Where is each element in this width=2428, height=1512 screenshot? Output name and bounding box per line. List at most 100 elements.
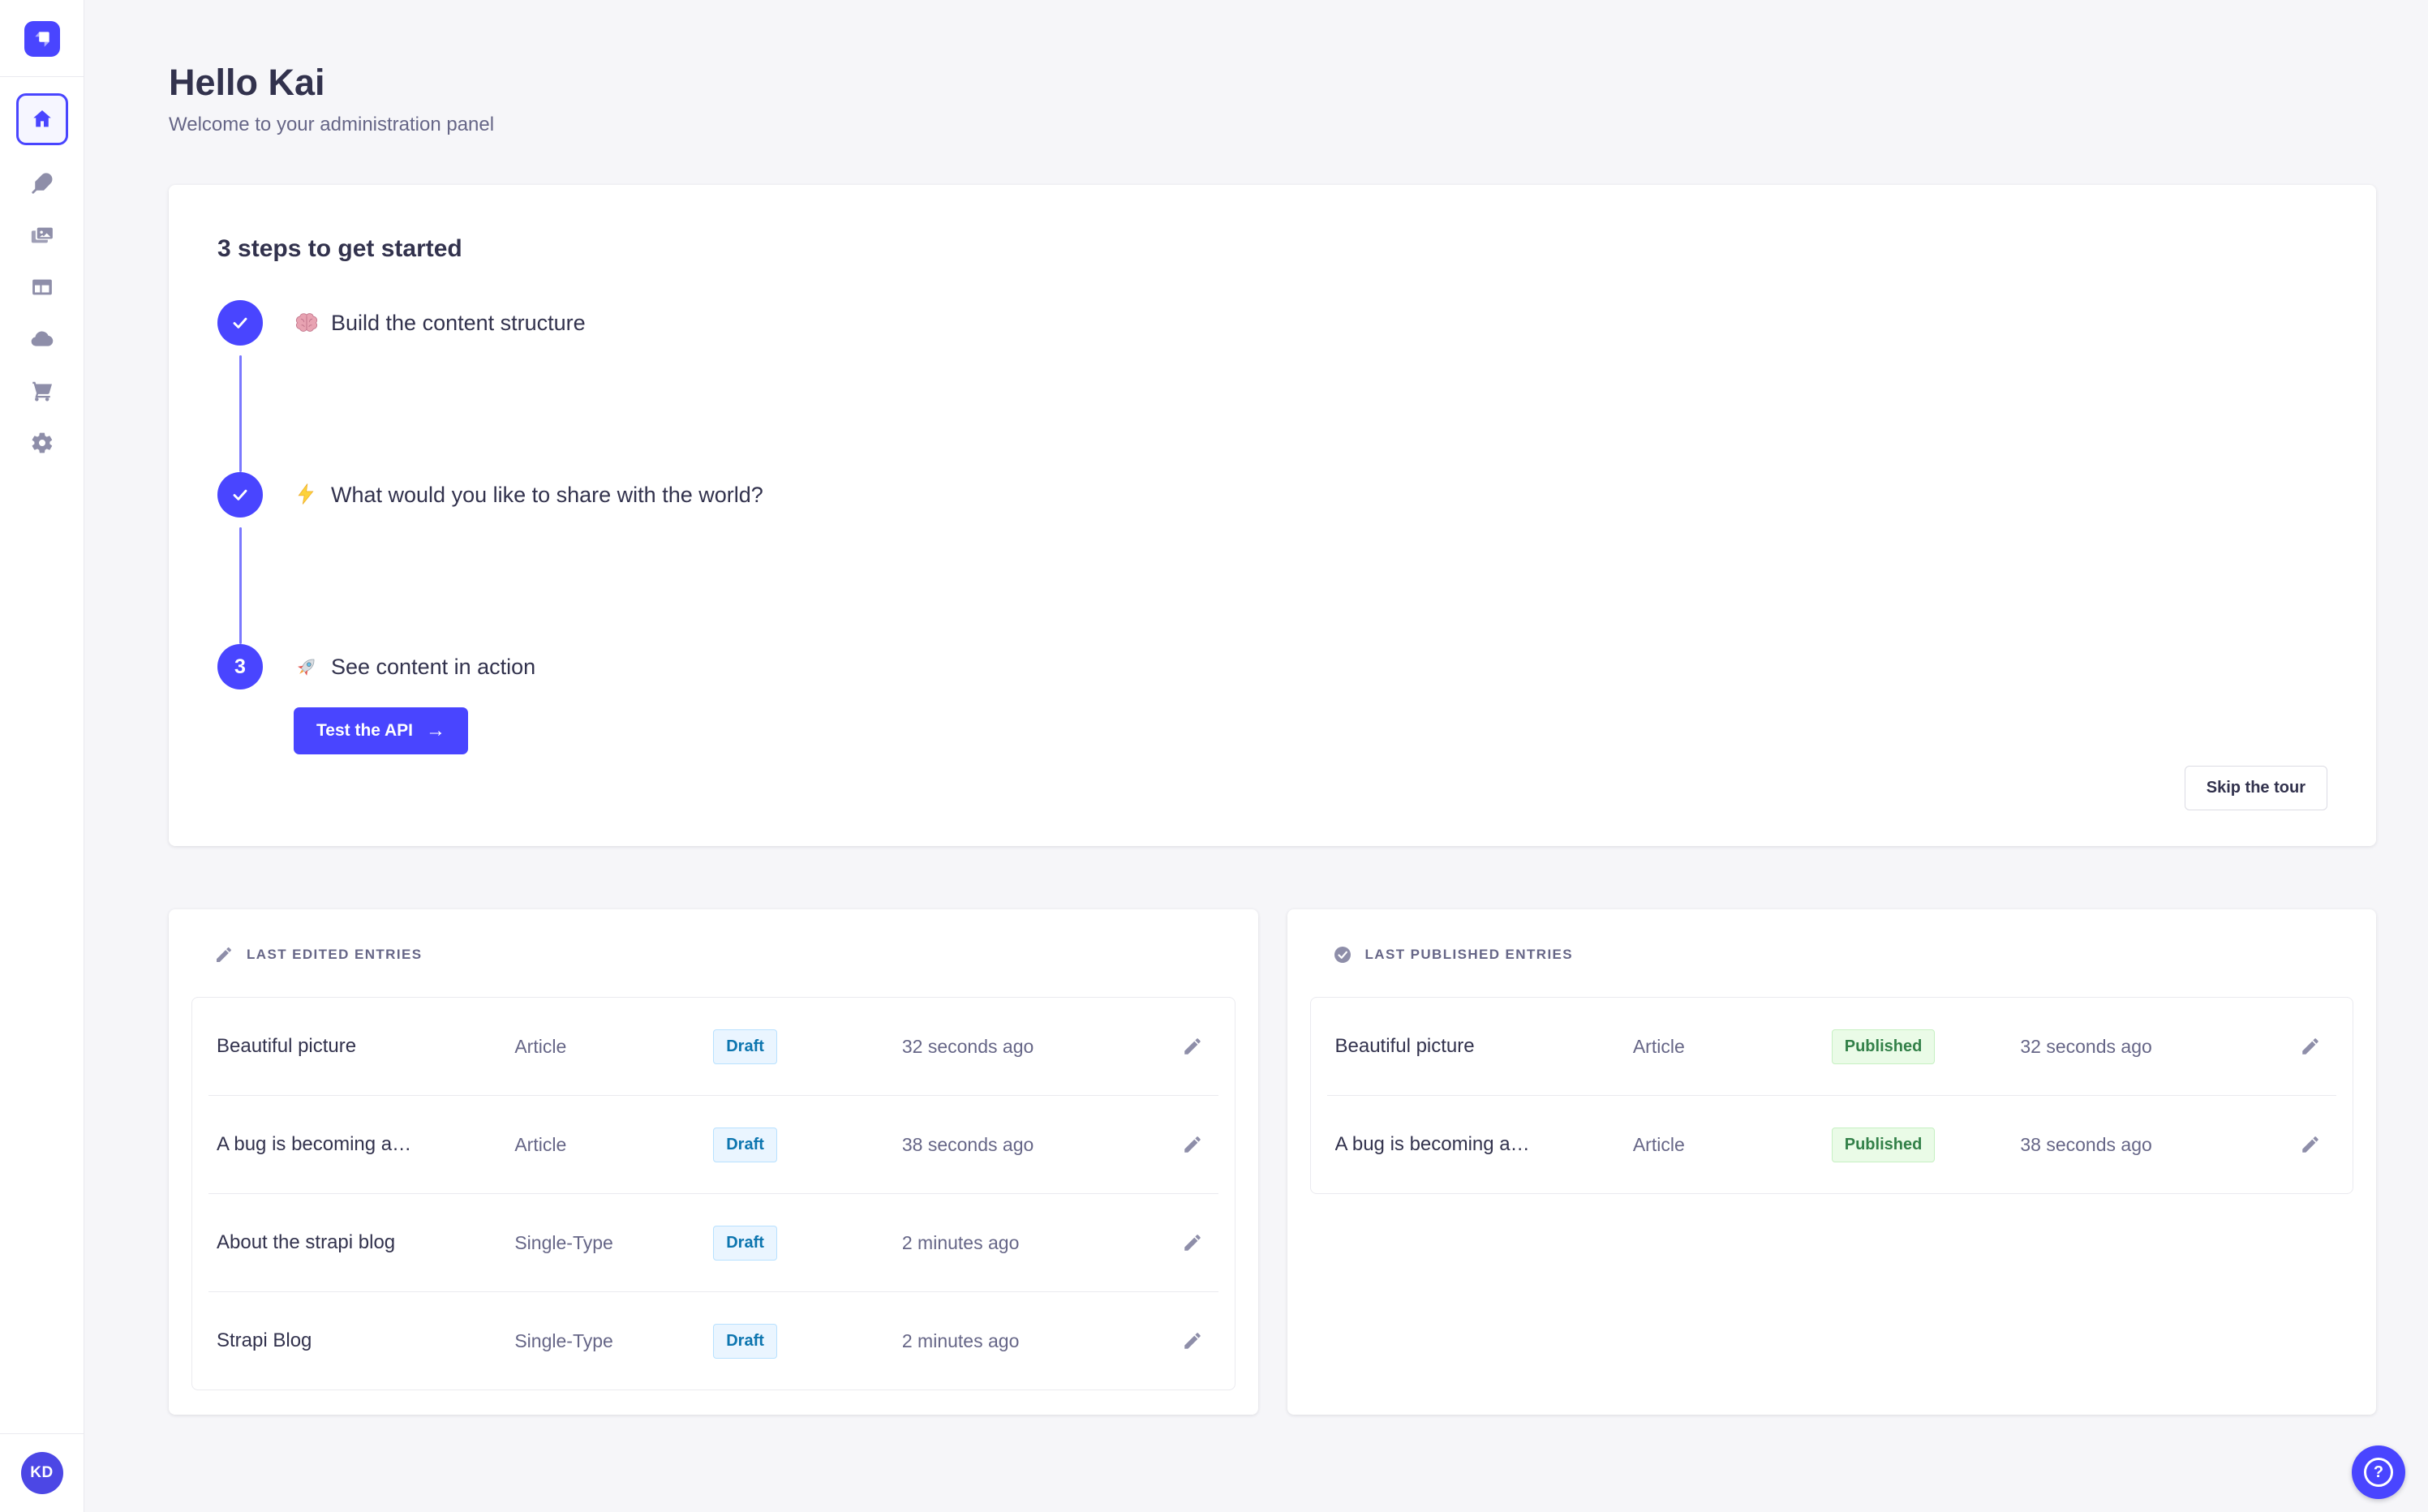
entry-kind: Article [514,1133,567,1155]
entry-title: Strapi Blog [217,1329,312,1351]
step-see-content-in-action: 3 See content in action Test the API → [217,644,2327,754]
strapi-mark-icon [34,32,49,47]
edited-row-2: A bug is becoming a… Article Draft 38 se… [192,1096,1235,1193]
pencil-icon [2302,1038,2318,1055]
entry-kind: Single-Type [514,1329,613,1351]
lightning-emoji [294,482,320,508]
entry-time: 2 minutes ago [901,1329,1020,1351]
step-2-title: What would you like to share with the wo… [294,472,763,518]
step-3-body: See content in action Test the API → [294,644,535,754]
page-subtitle: Welcome to your administration panel [169,114,495,135]
check-icon [233,489,247,500]
user-section: KD [0,1433,84,1512]
shopping-cart-icon [32,381,52,402]
edit-entry-button[interactable] [1175,1323,1210,1359]
entry-title: Beautiful picture [1334,1035,1475,1057]
app-root: KD Hello Kai Welcome to your administrat… [0,0,2428,1512]
status-badge: Published [1831,1029,1936,1064]
status-badge: Draft [713,1127,777,1162]
edited-row-3: About the strapi blog Single-Type Draft … [192,1194,1235,1291]
rocket-emoji [294,654,320,680]
last-published-panel: LAST PUBLISHED ENTRIES Beautiful picture… [1287,909,2376,1415]
entry-time: 32 seconds ago [2020,1035,2152,1057]
step-build-content-structure: Build the content structure [217,300,2327,472]
step-1-title: Build the content structure [294,300,586,346]
edit-entry-button[interactable] [1175,1029,1210,1064]
check-icon [233,317,247,329]
status-badge: Draft [713,1029,777,1064]
skip-the-tour-button[interactable]: Skip the tour [2184,766,2327,810]
step-1-check-circle [217,300,263,346]
edit-entry-button[interactable] [1175,1225,1210,1261]
last-published-table: Beautiful picture Article Published 32 s… [1309,997,2353,1194]
pencil-icon [2302,1136,2318,1153]
sidebar-item-cloud[interactable] [28,325,56,353]
onboarding-title: 3 steps to get started [217,235,462,262]
step-3-label: See content in action [331,654,536,679]
entry-time: 32 seconds ago [901,1035,1034,1057]
entry-panels: LAST EDITED ENTRIES Beautiful picture Ar… [169,909,2376,1415]
strapi-logo-icon[interactable] [24,21,60,57]
entry-time: 2 minutes ago [901,1231,1020,1253]
entry-kind: Article [1632,1133,1685,1155]
check-circle-icon [1334,947,1351,963]
sidebar-item-home[interactable] [15,93,68,145]
step-2-label: What would you like to share with the wo… [331,482,763,507]
step-3-number-circle: 3 [217,644,263,689]
edit-entry-button[interactable] [2293,1127,2328,1162]
step-1-indicator [217,300,263,472]
sidebar-item-media-library[interactable] [28,221,56,249]
last-edited-header: LAST EDITED ENTRIES [191,945,1235,964]
page-header: Hello Kai Welcome to your administration… [169,62,2376,136]
avatar-initials: KD [30,1464,54,1481]
sidebar-nav [15,93,68,457]
entry-kind: Article [514,1035,567,1057]
step-2-indicator [217,472,263,644]
help-button[interactable]: ? [2352,1445,2405,1499]
published-row-2: A bug is becoming a… Article Published 3… [1311,1096,2353,1193]
step-2-check-circle [217,472,263,518]
last-edited-table: Beautiful picture Article Draft 32 secon… [191,997,1235,1390]
status-badge: Draft [713,1323,777,1359]
last-published-header: LAST PUBLISHED ENTRIES [1310,945,2354,964]
step-3-title: See content in action [294,644,535,689]
user-avatar[interactable]: KD [20,1452,63,1494]
step-share-with-world: What would you like to share with the wo… [217,472,2327,644]
sidebar-item-content-type-builder[interactable] [28,273,56,301]
published-row-1: Beautiful picture Article Published 32 s… [1311,998,2353,1095]
test-the-api-button[interactable]: Test the API → [294,707,469,754]
entry-title: A bug is becoming a… [217,1133,412,1155]
entry-time: 38 seconds ago [901,1133,1034,1155]
entry-title: A bug is becoming a… [1334,1133,1530,1155]
last-published-title: LAST PUBLISHED ENTRIES [1364,947,1574,962]
entry-title: Beautiful picture [217,1035,357,1057]
entry-kind: Article [1632,1035,1685,1057]
pencil-icon [1184,1136,1201,1153]
pencil-icon [1184,1235,1201,1251]
entry-title: About the strapi blog [217,1231,396,1253]
gear-icon [32,432,52,453]
sidebar-item-content-manager[interactable] [28,170,56,197]
help-icon: ? [2364,1458,2393,1487]
main-content: Hello Kai Welcome to your administration… [84,0,2428,1512]
pencil-icon [1184,1333,1201,1349]
brain-emoji [294,310,320,336]
logo-section [0,0,84,77]
step-3-number: 3 [234,655,246,678]
arrow-right-icon: → [426,719,446,741]
sidebar-item-marketplace[interactable] [28,377,56,405]
edited-row-1: Beautiful picture Article Draft 32 secon… [192,998,1235,1095]
pencil-icon [1184,1038,1201,1055]
sidebar-item-settings[interactable] [28,429,56,457]
edit-entry-button[interactable] [1175,1127,1210,1162]
entry-kind: Single-Type [514,1231,613,1253]
page-title: Hello Kai [169,62,325,103]
edited-row-4: Strapi Blog Single-Type Draft 2 minutes … [192,1292,1235,1390]
step-3-indicator: 3 [217,644,263,754]
pencil-icon [217,947,231,962]
onboarding-card: 3 steps to get started Build the content… [169,185,2376,846]
onboarding-steps: Build the content structure What would y… [217,300,2327,754]
sidebar: KD [0,0,84,1512]
edit-entry-button[interactable] [2293,1029,2328,1064]
step-1-label: Build the content structure [331,310,586,335]
